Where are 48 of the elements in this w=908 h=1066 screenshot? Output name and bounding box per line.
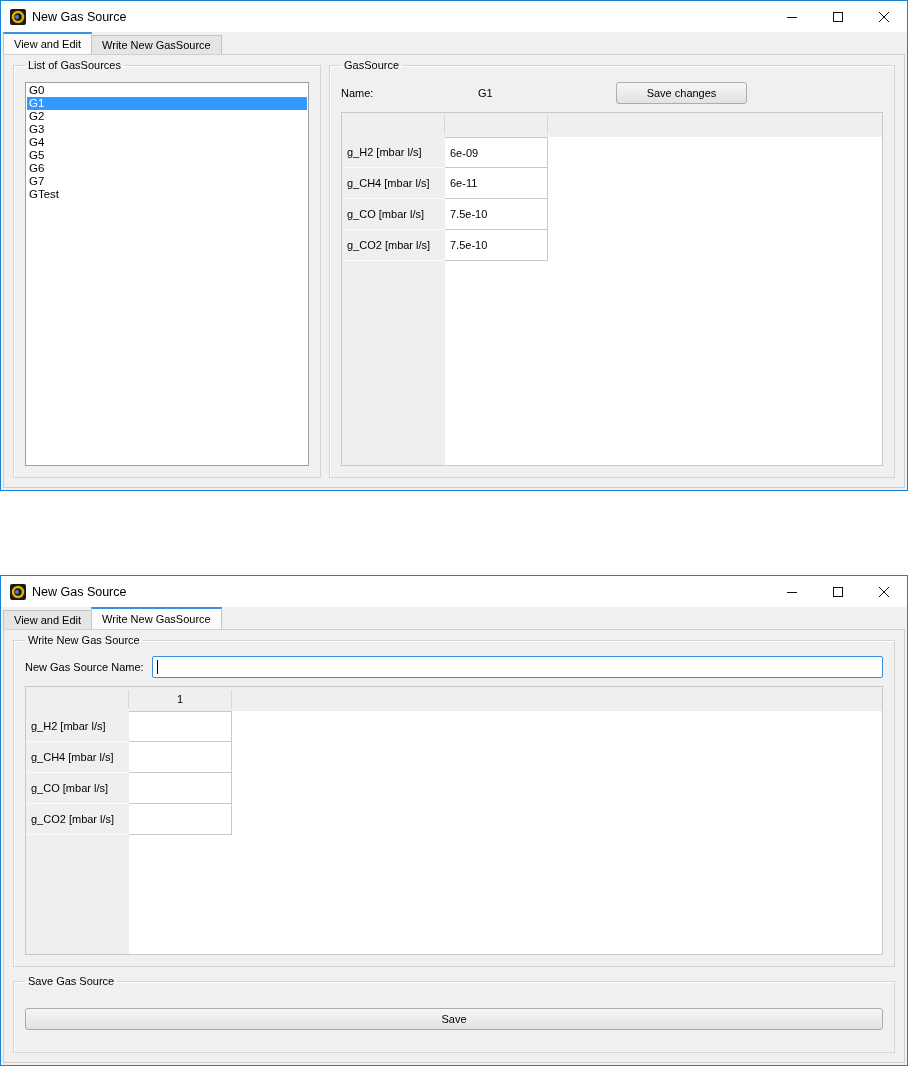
row-header[interactable]: g_H2 [mbar l/s] xyxy=(342,137,445,168)
tab[interactable]: View and Edit xyxy=(3,32,93,54)
text-cursor xyxy=(156,660,158,674)
table-cell[interactable]: 6e-11 xyxy=(445,168,548,199)
list-item[interactable]: G0 xyxy=(27,84,307,97)
list-item[interactable]: G7 xyxy=(27,175,307,188)
row-header[interactable]: g_H2 [mbar l/s] xyxy=(26,711,129,742)
table-cell[interactable] xyxy=(129,804,232,835)
tab[interactable]: Write New GasSource xyxy=(91,35,222,54)
list-item[interactable]: G3 xyxy=(27,123,307,136)
app-icon xyxy=(10,8,26,25)
save-changes-button[interactable]: Save changes xyxy=(616,82,747,104)
app-icon xyxy=(10,583,26,600)
list-item[interactable]: G6 xyxy=(27,162,307,175)
group-title: Save Gas Source xyxy=(27,975,116,987)
group-title: GasSource xyxy=(343,59,401,71)
column-header[interactable]: 1 xyxy=(129,690,232,708)
field-label: New Gas Source Name: xyxy=(25,661,144,673)
list-item[interactable]: GTest xyxy=(27,188,307,201)
name-label: Name: xyxy=(341,87,375,99)
row-header[interactable]: g_CO2 [mbar l/s] xyxy=(26,804,129,835)
group-title: Write New Gas Source xyxy=(27,634,141,646)
table-cell[interactable] xyxy=(129,773,232,804)
window-title: New Gas Source xyxy=(32,584,127,599)
window-title: New Gas Source xyxy=(32,9,127,24)
row-header[interactable]: g_CH4 [mbar l/s] xyxy=(26,742,129,773)
close-icon xyxy=(879,11,889,22)
list-item[interactable]: G4 xyxy=(27,136,307,149)
row-header[interactable]: g_CO [mbar l/s] xyxy=(342,199,445,230)
save-button[interactable]: Save xyxy=(25,1008,883,1030)
maximize-icon xyxy=(833,586,843,597)
group-title: List of GasSources xyxy=(27,59,122,71)
table-cell[interactable]: 6e-09 xyxy=(445,137,548,168)
list-item[interactable]: G2 xyxy=(27,110,307,123)
table-cell[interactable]: 7.5e-10 xyxy=(445,199,548,230)
input-field[interactable] xyxy=(151,656,883,678)
row-header[interactable]: g_CO2 [mbar l/s] xyxy=(342,230,445,261)
tab[interactable]: Write New GasSource xyxy=(91,607,222,629)
list-item[interactable]: G5 xyxy=(27,149,307,162)
table-cell[interactable] xyxy=(129,742,232,773)
row-header[interactable]: g_CO [mbar l/s] xyxy=(26,773,129,804)
close-icon xyxy=(879,586,889,597)
row-header[interactable]: g_CH4 [mbar l/s] xyxy=(342,168,445,199)
table-cell[interactable]: 7.5e-10 xyxy=(445,230,548,261)
name-value: G1 xyxy=(478,87,494,99)
maximize-icon xyxy=(833,11,843,22)
tab[interactable]: View and Edit xyxy=(3,610,93,629)
table-cell[interactable] xyxy=(129,711,232,742)
